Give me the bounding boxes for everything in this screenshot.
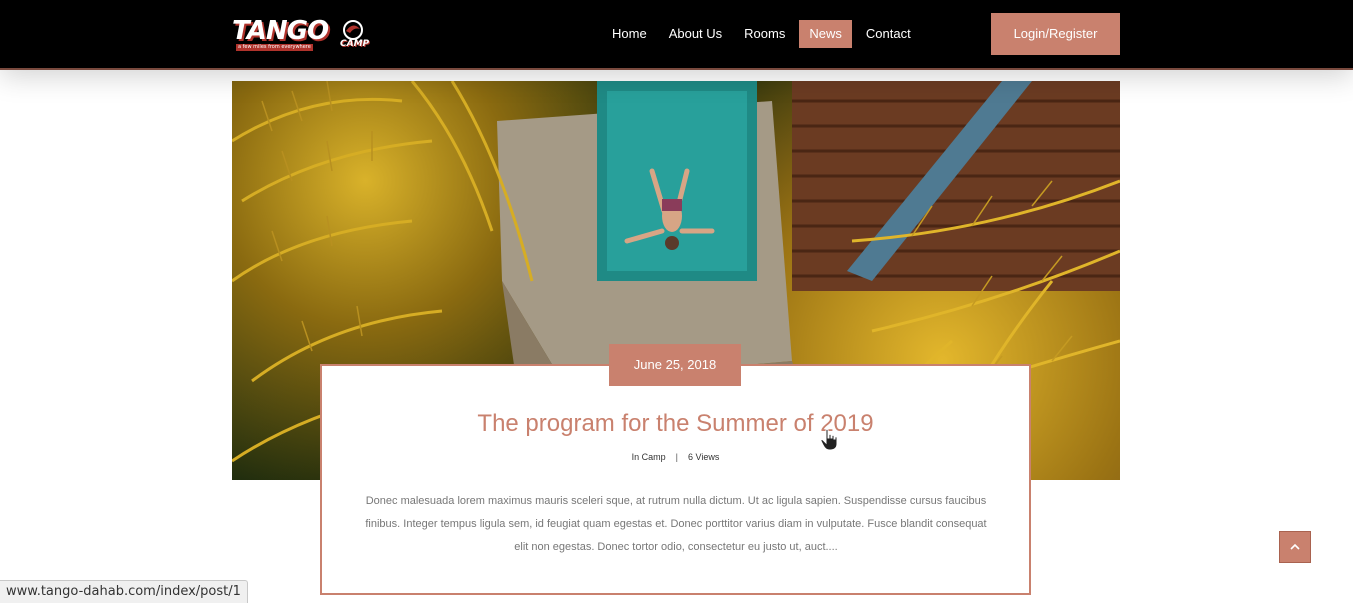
status-bar-url: www.tango-dahab.com/index/post/1 [0, 580, 248, 603]
post-title[interactable]: The program for the Summer of 2019 [322, 410, 1029, 438]
site-logo[interactable]: TANGO CAMP a few miles from everywhere [232, 16, 377, 56]
main-nav: Home About Us Rooms News Contact [604, 20, 925, 48]
post-card: The program for the Summer of 2019 In Ca… [320, 364, 1031, 595]
logo-tagline: a few miles from everywhere [236, 44, 313, 51]
post-date-badge: June 25, 2018 [609, 344, 741, 386]
login-register-button[interactable]: Login/Register [991, 13, 1120, 55]
nav-home[interactable]: Home [604, 20, 655, 48]
nav-contact[interactable]: Contact [858, 20, 919, 48]
post-category[interactable]: In Camp [632, 452, 666, 462]
hand-pointer-icon [820, 428, 838, 451]
meta-separator: | [675, 452, 678, 462]
logo-subword: CAMP [340, 39, 370, 49]
post-views: 6 Views [688, 452, 720, 462]
back-to-top-button[interactable] [1279, 531, 1311, 563]
nav-about-us[interactable]: About Us [661, 20, 730, 48]
post-meta: In Camp | 6 Views [322, 452, 1029, 462]
nav-news[interactable]: News [799, 20, 852, 48]
post-excerpt: Donec malesuada lorem maximus mauris sce… [365, 495, 987, 553]
nav-rooms[interactable]: Rooms [736, 20, 793, 48]
site-header: TANGO CAMP a few miles from everywhere H… [0, 0, 1353, 70]
logo-wordmark: TANGO [232, 16, 329, 46]
chevron-up-icon [1290, 543, 1300, 550]
logo-emblem-icon [343, 20, 363, 40]
